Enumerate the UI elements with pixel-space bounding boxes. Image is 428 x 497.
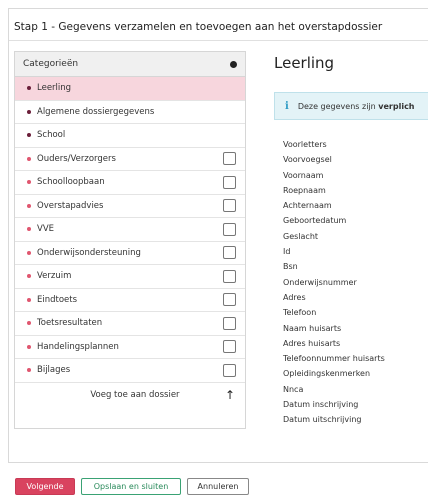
bullet-icon <box>27 274 31 279</box>
title-divider <box>9 40 428 41</box>
categories-list: Leerling Algemene dossiergegevens School Ou… <box>15 77 245 383</box>
save-and-close-button[interactable]: Opslaan en sluiten <box>81 478 181 495</box>
field-label: Achternaam <box>283 201 332 211</box>
field-label: Nnca <box>283 384 304 394</box>
category-label[interactable]: Verzuim <box>37 271 223 281</box>
field-label: Voorvoegsel <box>283 155 332 165</box>
notice-bold-text: verplich <box>378 101 415 111</box>
category-label[interactable]: Algemene dossiergegevens <box>37 107 236 117</box>
categories-header: Categorieën <box>15 52 245 77</box>
next-button[interactable]: Volgende <box>15 478 75 495</box>
detail-title: Leerling <box>274 54 335 72</box>
bullet-icon <box>27 156 31 161</box>
cancel-button[interactable]: Annuleren <box>187 478 249 495</box>
category-item[interactable]: Algemene dossiergegevens <box>15 101 245 124</box>
category-item[interactable]: Schoolloopbaan <box>15 171 245 195</box>
bullet-icon <box>27 133 31 138</box>
category-label[interactable]: Schoolloopbaan <box>37 177 223 187</box>
field-label: Datum inschrijving <box>283 400 359 410</box>
field-label: Voornaam <box>283 170 324 180</box>
bullet-icon <box>27 203 31 208</box>
arrow-up-icon[interactable]: ↑ <box>225 388 235 402</box>
field-label: Adres huisarts <box>283 338 341 348</box>
field-label: Geslacht <box>283 231 319 241</box>
category-label[interactable]: Handelingsplannen <box>37 342 223 352</box>
add-to-dossier-row[interactable]: Voeg toe aan dossier ↑ <box>15 383 245 407</box>
bullet-icon <box>27 321 31 326</box>
category-label[interactable]: Onderwijsondersteuning <box>37 248 223 258</box>
category-item[interactable]: VVE <box>15 218 245 242</box>
field-label: Telefoonnummer huisarts <box>283 354 385 364</box>
bullet-icon <box>27 86 31 91</box>
bullet-icon <box>27 180 31 185</box>
category-checkbox[interactable] <box>223 175 236 189</box>
field-list: Voorletters Voorvoegsel Voornaam Roepnaam Ac… <box>283 137 385 428</box>
categories-panel: Categorieën Leerling Algemene dossiergege… <box>14 51 246 429</box>
bullet-icon <box>27 344 31 349</box>
category-label[interactable]: Bijlages <box>37 365 223 375</box>
category-item[interactable]: Ouders/Verzorgers <box>15 148 245 171</box>
add-to-dossier-label[interactable]: Voeg toe aan dossier <box>25 390 225 400</box>
bullet-icon <box>27 109 31 114</box>
category-label[interactable]: Ouders/Verzorgers <box>37 154 223 164</box>
categories-header-label: Categorieën <box>23 59 79 69</box>
field-label: Onderwijsnummer <box>283 277 357 287</box>
category-item[interactable]: Handelingsplannen <box>15 336 245 359</box>
category-checkbox[interactable] <box>223 363 236 377</box>
category-checkbox[interactable] <box>223 316 236 330</box>
bullet-icon <box>27 250 31 255</box>
footer-bar: Volgende Opslaan en sluiten Annuleren <box>0 472 428 497</box>
category-checkbox[interactable] <box>223 340 236 354</box>
category-item[interactable]: Bijlages <box>15 359 245 383</box>
field-label: Roepnaam <box>283 185 326 195</box>
dialog-title: Stap 1 - Gegevens verzamelen en toevoege… <box>14 21 383 33</box>
category-item[interactable]: Eindtoets <box>15 289 245 312</box>
category-item[interactable]: Overstapadvies <box>15 195 245 218</box>
info-icon[interactable] <box>230 60 237 68</box>
category-item[interactable]: Verzuim <box>15 265 245 289</box>
category-checkbox[interactable] <box>223 246 236 260</box>
field-label: Telefoon <box>283 308 317 318</box>
bullet-icon <box>27 227 31 232</box>
category-label[interactable]: Eindtoets <box>37 295 223 305</box>
category-checkbox[interactable] <box>223 152 236 166</box>
info-icon: i <box>285 100 289 112</box>
field-label: Opleidingskenmerken <box>283 369 371 379</box>
category-label[interactable]: Leerling <box>37 83 236 93</box>
field-label: Voorletters <box>283 140 327 149</box>
category-label[interactable]: Overstapadvies <box>37 201 223 211</box>
category-item[interactable]: School <box>15 124 245 148</box>
field-label: Id <box>283 247 291 257</box>
category-checkbox[interactable] <box>223 199 236 213</box>
category-label[interactable]: VVE <box>37 224 223 234</box>
category-checkbox[interactable] <box>223 269 236 283</box>
field-label: Naam huisarts <box>283 323 342 333</box>
category-checkbox[interactable] <box>223 293 236 307</box>
category-item[interactable]: Leerling <box>15 77 245 101</box>
category-item[interactable]: Onderwijsondersteuning <box>15 242 245 265</box>
field-label: Bsn <box>283 262 298 272</box>
field-label: Datum uitschrijving <box>283 415 362 425</box>
field-label: Geboortedatum <box>283 216 347 226</box>
bullet-icon <box>27 368 31 373</box>
required-notice: i Deze gegevens zijn verplich <box>274 92 428 120</box>
category-checkbox[interactable] <box>223 222 236 236</box>
category-item[interactable]: Toetsresultaten <box>15 312 245 336</box>
category-label[interactable]: School <box>37 130 236 140</box>
bullet-icon <box>27 297 31 302</box>
notice-text: Deze gegevens zijn <box>297 101 379 111</box>
category-label[interactable]: Toetsresultaten <box>37 318 223 328</box>
field-label: Adres <box>283 292 306 302</box>
